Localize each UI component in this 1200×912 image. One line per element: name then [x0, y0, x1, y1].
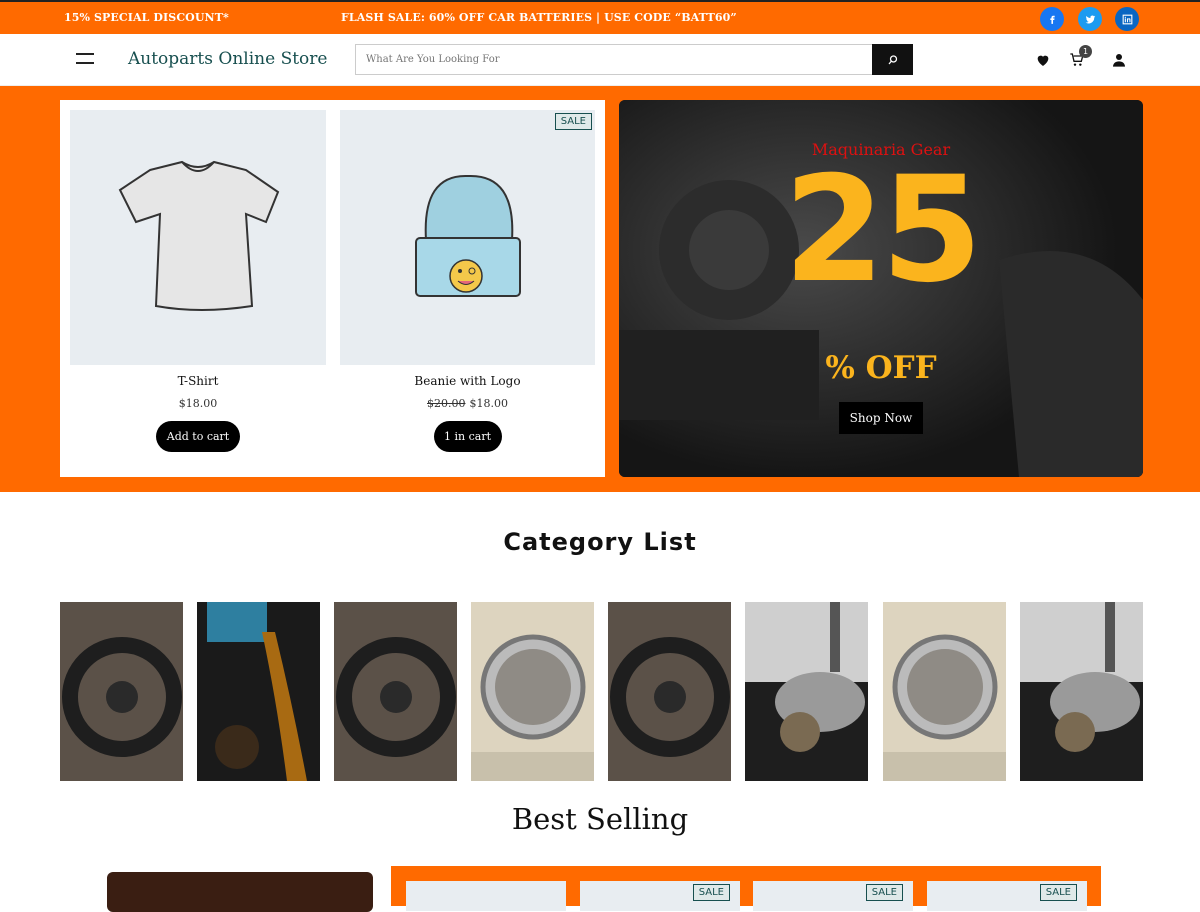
category-tile-headlight[interactable] — [883, 602, 1006, 781]
category-tile-steering-wheel[interactable] — [60, 602, 183, 781]
heart-icon[interactable] — [1035, 52, 1051, 68]
linkedin-icon[interactable] — [1115, 7, 1139, 31]
sale-badge: SALE — [865, 884, 903, 901]
top-announcement-bar: 15% SPECIAL DISCOUNT* FLASH SALE: 60% OF… — [0, 0, 1200, 34]
in-cart-button[interactable]: 1 in cart — [433, 421, 502, 452]
shop-now-button[interactable]: Shop Now — [839, 402, 923, 434]
menu-icon[interactable] — [76, 53, 94, 65]
category-tile-tire[interactable] — [745, 602, 868, 781]
category-list-title: Category List — [503, 528, 697, 556]
promo-text-flash-sale: FLASH SALE: 60% OFF CAR BATTERIES | USE … — [341, 11, 737, 24]
category-tile-steering-wheel[interactable] — [334, 602, 457, 781]
beanie-image[interactable]: SALE — [340, 110, 595, 365]
category-tile-steering-wheel[interactable] — [608, 602, 731, 781]
promo-text-discount: 15% SPECIAL DISCOUNT* — [64, 11, 229, 24]
sale-badge: SALE — [692, 884, 730, 901]
hero-section: T-Shirt $18.00 Add to cart SALE Beanie w… — [0, 86, 1200, 492]
search-icon — [888, 54, 897, 64]
twitter-icon[interactable] — [1078, 7, 1102, 31]
promo-banner: Maquinaria Gear 25 % OFF Shop Now — [619, 100, 1143, 477]
tshirt-image[interactable] — [70, 110, 326, 365]
featured-products-card: T-Shirt $18.00 Add to cart SALE Beanie w… — [60, 100, 605, 477]
product-price: $18.00 — [178, 397, 218, 410]
product-name[interactable]: Beanie with Logo — [340, 374, 595, 388]
best-selling-title: Best Selling — [511, 802, 689, 836]
product-card[interactable] — [406, 881, 566, 911]
search-input[interactable] — [355, 44, 873, 75]
best-selling-banner-image[interactable] — [107, 872, 373, 912]
discount-off-label: % OFF — [825, 350, 937, 386]
cart-count-badge: 1 — [1079, 45, 1092, 58]
site-header: Autoparts Online Store 1 — [0, 34, 1200, 86]
sale-badge: SALE — [554, 113, 592, 130]
product-card[interactable]: T-Shirt $18.00 Add to cart — [70, 110, 326, 452]
product-card[interactable]: SALE Beanie with Logo $20.00 $18.00 1 in … — [340, 110, 595, 452]
sale-badge: SALE — [1039, 884, 1077, 901]
discount-number: 25 — [783, 145, 982, 315]
search-button[interactable] — [872, 44, 913, 75]
add-to-cart-button[interactable]: Add to cart — [156, 421, 240, 452]
user-icon[interactable] — [1111, 52, 1127, 68]
category-tile-tire[interactable] — [1020, 602, 1143, 781]
product-price: $20.00 $18.00 — [427, 397, 508, 410]
category-tile-oil[interactable] — [197, 602, 320, 781]
product-card[interactable]: SALE — [753, 881, 913, 911]
old-price: $20.00 — [427, 397, 466, 410]
facebook-icon[interactable] — [1040, 7, 1064, 31]
site-brand[interactable]: Autoparts Online Store — [128, 49, 327, 69]
category-tile-headlight[interactable] — [471, 602, 594, 781]
product-card[interactable]: SALE — [927, 881, 1087, 911]
product-card[interactable]: SALE — [580, 881, 740, 911]
product-name[interactable]: T-Shirt — [70, 374, 326, 388]
best-selling-products: SALE SALE SALE — [391, 866, 1101, 911]
